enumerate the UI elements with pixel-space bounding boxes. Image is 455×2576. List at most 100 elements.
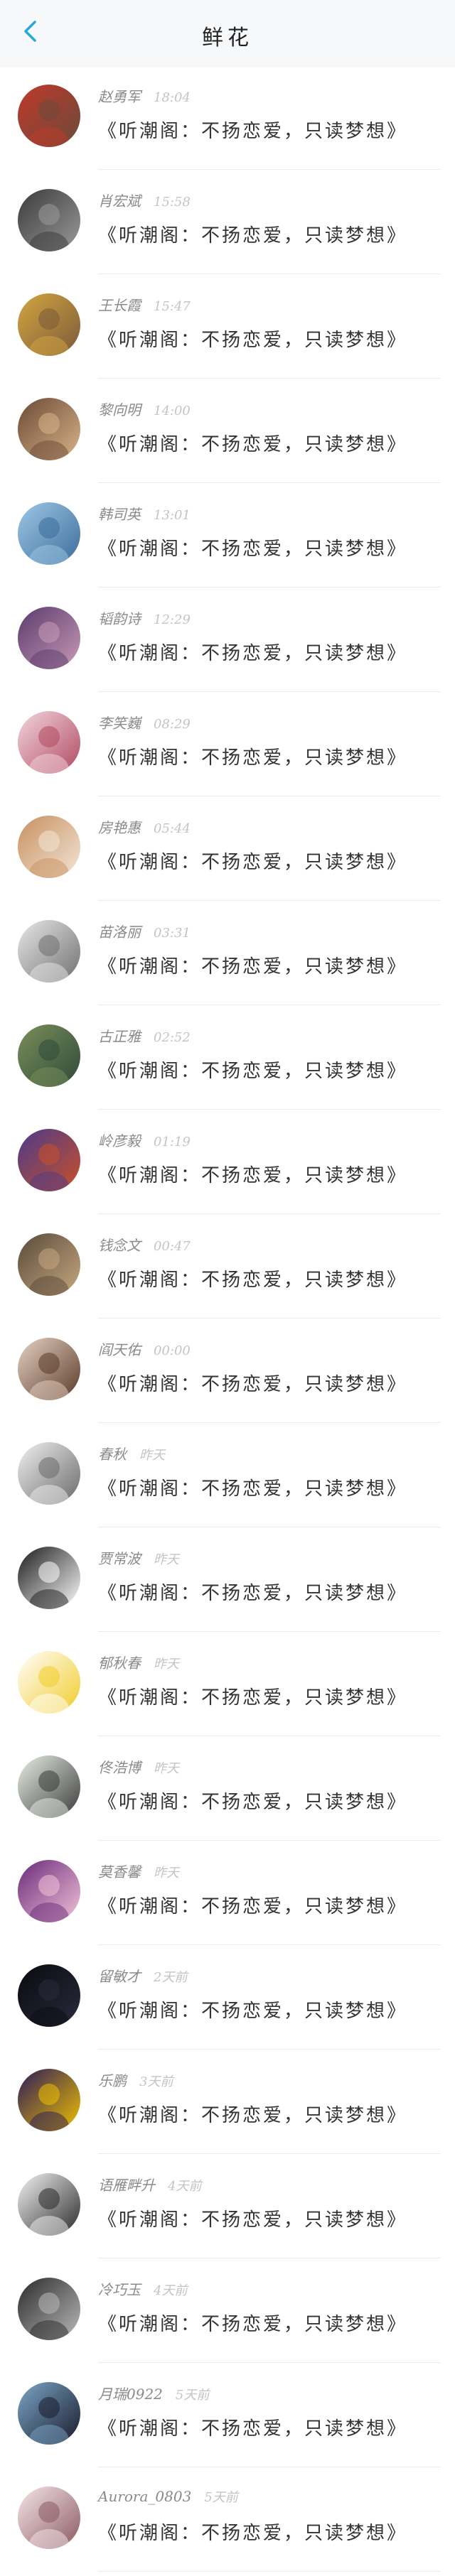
user-name[interactable]: 阎天佑 [98, 1338, 141, 1359]
item-meta: 留敏才 2天前 [98, 1965, 187, 1986]
timestamp: 15:58 [154, 195, 191, 210]
user-name[interactable]: 冷巧玉 [98, 2278, 141, 2299]
avatar[interactable] [18, 816, 80, 878]
item-meta: 房艳惠 05:44 [98, 816, 191, 838]
user-name[interactable]: 佟浩博 [98, 1756, 141, 1777]
user-name[interactable]: 古正雅 [98, 1025, 141, 1046]
item-meta: 古正雅 02:52 [98, 1025, 191, 1046]
item-meta: 韩司英 13:01 [98, 503, 191, 524]
item-meta: 乐鹏 3天前 [98, 2069, 173, 2091]
avatar[interactable] [18, 2382, 80, 2445]
timestamp: 4天前 [168, 2179, 202, 2194]
user-name[interactable]: 岭彦毅 [98, 1130, 141, 1150]
message-text: 《听潮阁：不扬恋爱，只读梦想》 [98, 2523, 408, 2544]
avatar[interactable] [18, 1024, 80, 1087]
user-name[interactable]: 乐鹏 [98, 2069, 127, 2090]
avatar[interactable] [18, 1129, 80, 1191]
avatar[interactable] [18, 2486, 80, 2549]
avatar[interactable] [18, 398, 80, 460]
message-text: 《听潮阁：不扬恋爱，只读梦想》 [98, 1583, 408, 1604]
list-item[interactable]: 郁秋春 昨天《听潮阁：不扬恋爱，只读梦想》 [0, 1632, 455, 1736]
list-item[interactable]: 钱念文 00:47 《听潮阁：不扬恋爱，只读梦想》 [0, 1214, 455, 1319]
list-item[interactable]: 韬韵诗 12:29 《听潮阁：不扬恋爱，只读梦想》 [0, 588, 455, 692]
item-meta: 郁秋春 昨天 [98, 1652, 179, 1673]
user-name[interactable]: 赵勇军 [98, 85, 141, 106]
list-item[interactable]: 乐鹏 3天前《听潮阁：不扬恋爱，只读梦想》 [0, 2050, 455, 2154]
avatar[interactable] [18, 1651, 80, 1714]
user-name[interactable]: 郁秋春 [98, 1652, 141, 1672]
avatar[interactable] [18, 502, 80, 565]
avatar[interactable] [18, 2069, 80, 2131]
list-item[interactable]: 房艳惠 05:44 《听潮阁：不扬恋爱，只读梦想》 [0, 796, 455, 901]
user-name[interactable]: 韩司英 [98, 503, 141, 524]
list-item[interactable]: Aurora_0803 5天前 《听潮阁：不扬恋爱，只读梦想》 [0, 2467, 455, 2572]
user-name[interactable]: 春秋 [98, 1443, 127, 1463]
user-name[interactable]: 韬韵诗 [98, 607, 141, 628]
user-name[interactable]: 贾常波 [98, 1547, 141, 1568]
message-text: 《听潮阁：不扬恋爱，只读梦想》 [98, 1061, 408, 1082]
user-name[interactable]: 房艳惠 [98, 816, 141, 837]
message-text: 《听潮阁：不扬恋爱，只读梦想》 [98, 1478, 408, 1500]
message-text: 《听潮阁：不扬恋爱，只读梦想》 [98, 747, 408, 769]
list-item[interactable]: 赵勇军 18:04 《听潮阁：不扬恋爱，只读梦想》 [0, 65, 455, 170]
user-name[interactable]: 李笑巍 [98, 712, 141, 732]
user-name[interactable]: Aurora_0803 [98, 2488, 191, 2505]
list-item[interactable]: 春秋 昨天《听潮阁：不扬恋爱，只读梦想》 [0, 1423, 455, 1527]
user-name[interactable]: 肖宏斌 [98, 190, 141, 210]
list-item[interactable]: 岭彦毅 01:19 《听潮阁：不扬恋爱，只读梦想》 [0, 1110, 455, 1214]
list-item[interactable]: 莫香馨 昨天 《听潮阁：不扬恋爱，只读梦想》 [0, 1841, 455, 1945]
message-text: 《听潮阁：不扬恋爱，只读梦想》 [98, 1270, 408, 1291]
list-item[interactable]: 苗洛丽 03:31 《听潮阁：不扬恋爱，只读梦想》 [0, 901, 455, 1005]
avatar[interactable] [18, 293, 80, 356]
timestamp: 3天前 [139, 2074, 173, 2089]
user-name[interactable]: 王长霞 [98, 294, 141, 315]
avatar[interactable] [18, 1442, 80, 1505]
list-item[interactable]: 冷巧玉 4天前 《听潮阁：不扬恋爱，只读梦想》 [0, 2258, 455, 2363]
user-name[interactable]: 语雁畔升 [98, 2174, 155, 2195]
user-name[interactable]: 月瑞0922 [98, 2383, 163, 2403]
list-item[interactable]: 语雁畔升 4天前 《听潮阁：不扬恋爱，只读梦想》 [0, 2154, 455, 2258]
list-item[interactable]: 古正雅 02:52 《听潮阁：不扬恋爱，只读梦想》 [0, 1005, 455, 1110]
item-meta: 月瑞0922 5天前 [98, 2383, 209, 2404]
message-text: 《听潮阁：不扬恋爱，只读梦想》 [98, 1687, 408, 1709]
avatar[interactable] [18, 189, 80, 251]
avatar[interactable] [18, 607, 80, 669]
message-text: 《听潮阁：不扬恋爱，只读梦想》 [98, 225, 408, 247]
avatar[interactable] [18, 1755, 80, 1818]
avatar[interactable] [18, 1860, 80, 1922]
item-meta: 春秋 昨天 [98, 1443, 165, 1464]
user-name[interactable]: 黎向明 [98, 399, 141, 419]
item-meta: 贾常波 昨天 [98, 1547, 179, 1569]
list-item[interactable]: 贾常波 昨天《听潮阁：不扬恋爱，只读梦想》 [0, 1527, 455, 1632]
item-meta: 冷巧玉 4天前 [98, 2278, 187, 2300]
timestamp: 18:04 [154, 90, 191, 105]
list-item[interactable]: 肖宏斌 15:58 《听潮阁：不扬恋爱，只读梦想》 [0, 170, 455, 274]
avatar[interactable] [18, 711, 80, 774]
list-item[interactable]: 韩司英 13:01 《听潮阁：不扬恋爱，只读梦想》 [0, 483, 455, 588]
avatar[interactable] [18, 1964, 80, 2027]
list-item[interactable]: 黎向明 14:00 《听潮阁：不扬恋爱，只读梦想》 [0, 379, 455, 483]
user-name[interactable]: 钱念文 [98, 1234, 141, 1255]
avatar[interactable] [18, 1338, 80, 1400]
avatar[interactable] [18, 85, 80, 147]
user-name[interactable]: 莫香馨 [98, 1861, 141, 1881]
message-text: 《听潮阁：不扬恋爱，只读梦想》 [98, 2105, 408, 2126]
avatar[interactable] [18, 920, 80, 983]
avatar[interactable] [18, 2173, 80, 2236]
item-meta: 苗洛丽 03:31 [98, 921, 191, 942]
list-item[interactable]: 王长霞 15:47 《听潮阁：不扬恋爱，只读梦想》 [0, 274, 455, 379]
user-name[interactable]: 留敏才 [98, 1965, 141, 1986]
list-item[interactable]: 李笑巍 08:29 《听潮阁：不扬恋爱，只读梦想》 [0, 692, 455, 796]
message-text: 《听潮阁：不扬恋爱，只读梦想》 [98, 2418, 408, 2440]
avatar[interactable] [18, 1233, 80, 1296]
list-item[interactable]: 佟浩博 昨天 《听潮阁：不扬恋爱，只读梦想》 [0, 1736, 455, 1841]
avatar[interactable] [18, 2278, 80, 2340]
timestamp: 00:47 [154, 1239, 191, 1254]
user-name[interactable]: 苗洛丽 [98, 921, 141, 941]
list-item[interactable]: 阎天佑 00:00 《听潮阁：不扬恋爱，只读梦想》 [0, 1319, 455, 1423]
list-item[interactable]: 留敏才 2天前 《听潮阁：不扬恋爱，只读梦想》 [0, 1945, 455, 2050]
timestamp: 4天前 [154, 2283, 188, 2298]
list-item[interactable]: 月瑞0922 5天前《听潮阁：不扬恋爱，只读梦想》 [0, 2363, 455, 2467]
avatar[interactable] [18, 1547, 80, 1609]
timestamp: 昨天 [139, 1448, 165, 1463]
